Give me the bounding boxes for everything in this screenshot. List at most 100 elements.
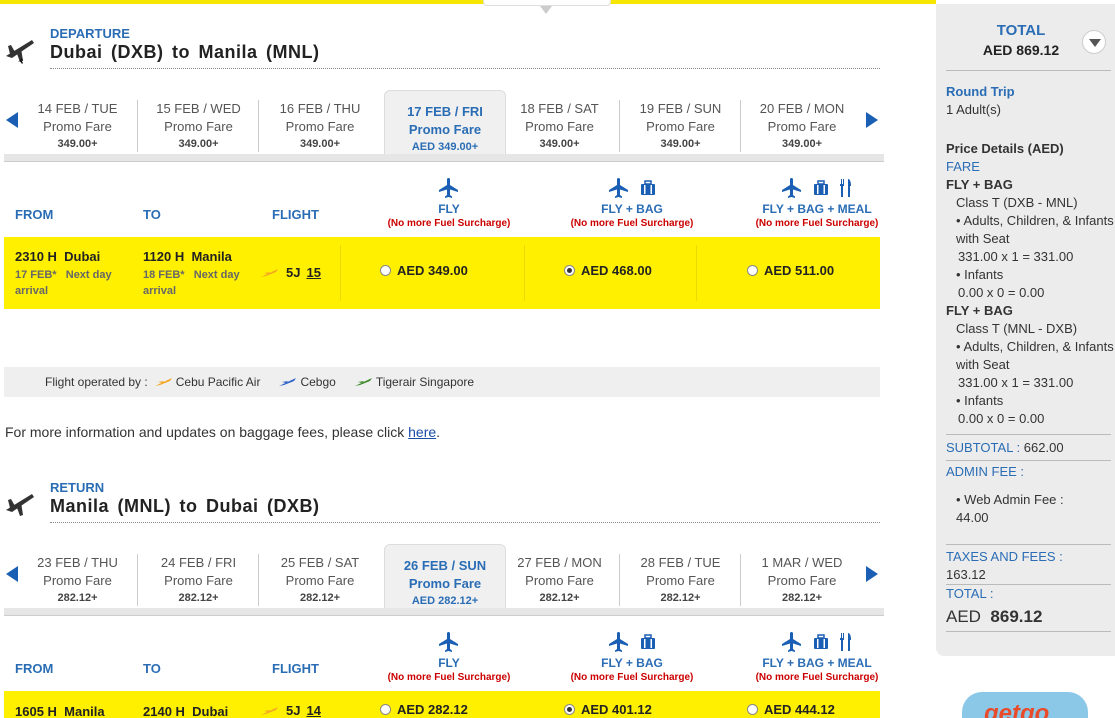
segment-pax-calc: 331.00 x 1 = 331.00 — [958, 249, 1074, 264]
segment-class: Class T (MNL - DXB) — [956, 321, 1078, 336]
fare-text: Promo Fare — [767, 573, 837, 588]
date-option[interactable]: 16 FEB / THU Promo Fare 349.00+ — [260, 100, 380, 152]
fly-bag-meal-fare-option[interactable]: AED 511.00 — [747, 263, 834, 278]
total-value: AED 869.12 — [982, 42, 1060, 58]
cebu-pacific-logo-icon — [261, 706, 278, 715]
return-route: Manila (MNL) to Dubai (DXB) — [50, 496, 320, 516]
fly-bag-radio[interactable] — [564, 704, 575, 715]
fly-bag-meal-radio[interactable] — [747, 265, 758, 276]
airplane-icon — [439, 178, 458, 198]
segment-pax-calc: 331.00 x 1 = 331.00 — [958, 375, 1074, 390]
summary-toggle-chevron-icon[interactable] — [1082, 30, 1106, 54]
cebgo-logo-icon — [279, 378, 297, 386]
plane-return-icon — [6, 494, 34, 516]
date-bar-shelf — [4, 608, 884, 616]
date-text: 24 FEB / FRI — [160, 555, 237, 570]
date-option[interactable]: 19 FEB / SUN Promo Fare 349.00+ — [621, 100, 741, 152]
price-text: 282.12+ — [660, 592, 701, 604]
return-fare-header: FROM TO FLIGHT FLY (No more Fuel Surchar… — [4, 624, 880, 688]
fly-radio[interactable] — [380, 704, 391, 715]
date-option[interactable]: 14 FEB / TUE Promo Fare 349.00+ — [18, 100, 138, 152]
fare-label: FARE — [946, 159, 980, 174]
date-option[interactable]: 20 FEB / MON Promo Fare 349.00+ — [742, 100, 862, 152]
operated-label: Flight operated by : — [45, 375, 148, 389]
fare-text: Promo Fare — [285, 573, 355, 588]
fare-text: Promo Fare — [285, 119, 355, 134]
fly-fare-option[interactable]: AED 282.12 — [380, 702, 468, 717]
segment-class: Class T (DXB - MNL) — [956, 195, 1078, 210]
segment-infants: • Infants — [956, 267, 1004, 282]
next-dates-arrow-icon[interactable] — [866, 566, 878, 582]
date-text: 1 MAR / WED — [761, 555, 843, 570]
date-text: 18 FEB / SAT — [520, 101, 599, 116]
divider — [946, 70, 1111, 71]
date-option[interactable]: 24 FEB / FRI Promo Fare 282.12+ — [139, 554, 259, 606]
dep-date: 17 FEB* Next day arrival — [15, 269, 112, 297]
price-text: 282.12+ — [57, 592, 98, 604]
segment-fare-name: FLY + BAG — [946, 177, 1013, 192]
date-option[interactable]: 15 FEB / WED Promo Fare 349.00+ — [139, 100, 259, 152]
divider — [946, 631, 1111, 632]
return-header: RETURN Manila (MNL) to Dubai (DXB) — [0, 480, 880, 526]
plane-departure-icon — [6, 40, 34, 64]
passenger-count: 1 Adult(s) — [946, 102, 1001, 117]
fare-note: (No more Fuel Surcharge) — [387, 672, 511, 683]
next-dates-arrow-icon[interactable] — [866, 112, 878, 128]
price-text: 349.00+ — [660, 138, 701, 150]
segment-infants: • Infants — [956, 393, 1004, 408]
fare-type-fly: FLY (No more Fuel Surcharge) — [374, 628, 524, 684]
prev-dates-arrow-icon[interactable] — [6, 112, 18, 128]
airplane-icon — [439, 632, 458, 652]
fare-name: FLY + BAG + MEAL — [762, 656, 872, 670]
price-text: 349.00+ — [57, 138, 98, 150]
fare-name: FLY — [438, 202, 460, 216]
flight-number-link[interactable]: 15 — [306, 265, 320, 280]
baggage-info-link[interactable]: here — [408, 424, 436, 440]
divider — [524, 245, 525, 301]
fare-text: Promo Fare — [43, 573, 112, 588]
fly-radio[interactable] — [380, 265, 391, 276]
date-option-selected[interactable]: 17 FEB / FRI Promo Fare AED 349.00+ — [384, 90, 506, 156]
airplane-icon — [609, 632, 628, 652]
fly-fare-option[interactable]: AED 349.00 — [380, 263, 468, 278]
date-text: 17 FEB / FRI — [407, 104, 483, 119]
date-option[interactable]: 18 FEB / SAT Promo Fare 349.00+ — [500, 100, 620, 152]
fly-bag-meal-fare-option[interactable]: AED 444.12 — [747, 702, 835, 717]
fare-type-fly: FLY (No more Fuel Surcharge) — [374, 174, 524, 230]
flight-number-link[interactable]: 14 — [306, 703, 320, 718]
fly-bag-fare-option[interactable]: AED 401.12 — [564, 702, 652, 717]
price-text: AED 282.12+ — [411, 595, 479, 607]
divider — [946, 460, 1111, 461]
date-option[interactable]: 1 MAR / WED Promo Fare 282.12+ — [742, 554, 862, 606]
date-option[interactable]: 25 FEB / SAT Promo Fare 282.12+ — [260, 554, 380, 606]
summary-total: TOTAL AED 869.12 — [946, 22, 1096, 58]
baggage-icon — [641, 180, 655, 195]
fare-type-fly-bag: FLY + BAG (No more Fuel Surcharge) — [557, 628, 707, 684]
fly-bag-radio[interactable] — [564, 265, 575, 276]
fly-bag-fare-option[interactable]: AED 468.00 — [564, 263, 652, 278]
baggage-icon — [814, 634, 828, 649]
date-bar-shelf — [4, 154, 884, 162]
fare-text: Promo Fare — [408, 122, 482, 137]
carrier-tigerair: Tigerair Singapore — [354, 375, 474, 389]
price-text: 349.00+ — [781, 138, 823, 150]
price-text: 349.00+ — [299, 138, 341, 150]
departure-date-bar: 14 FEB / TUE Promo Fare 349.00+ 15 FEB /… — [0, 90, 890, 162]
departure-header: DEPARTURE Dubai (DXB) to Manila (MNL) — [0, 26, 880, 72]
fare-text: Promo Fare — [646, 573, 715, 588]
date-option[interactable]: 23 FEB / THU Promo Fare 282.12+ — [18, 554, 138, 606]
fly-bag-meal-radio[interactable] — [747, 704, 758, 715]
prev-dates-arrow-icon[interactable] — [6, 566, 18, 582]
fare-note: (No more Fuel Surcharge) — [755, 218, 879, 229]
date-option-selected[interactable]: 26 FEB / SUN Promo Fare AED 282.12+ — [384, 544, 506, 610]
date-option[interactable]: 28 FEB / TUE Promo Fare 282.12+ — [621, 554, 741, 606]
date-text: 19 FEB / SUN — [639, 101, 722, 116]
date-text: 26 FEB / SUN — [403, 558, 487, 573]
divider — [50, 522, 880, 523]
return-label: RETURN — [50, 480, 105, 495]
segment-pax-type: • Adults, Children, & Infants with Seat — [956, 213, 1114, 246]
airplane-icon — [782, 178, 801, 198]
date-option[interactable]: 27 FEB / MON Promo Fare 282.12+ — [500, 554, 620, 606]
taxes-label: TAXES AND FEES : — [946, 549, 1063, 564]
admin-fee-label: ADMIN FEE : — [946, 464, 1025, 479]
